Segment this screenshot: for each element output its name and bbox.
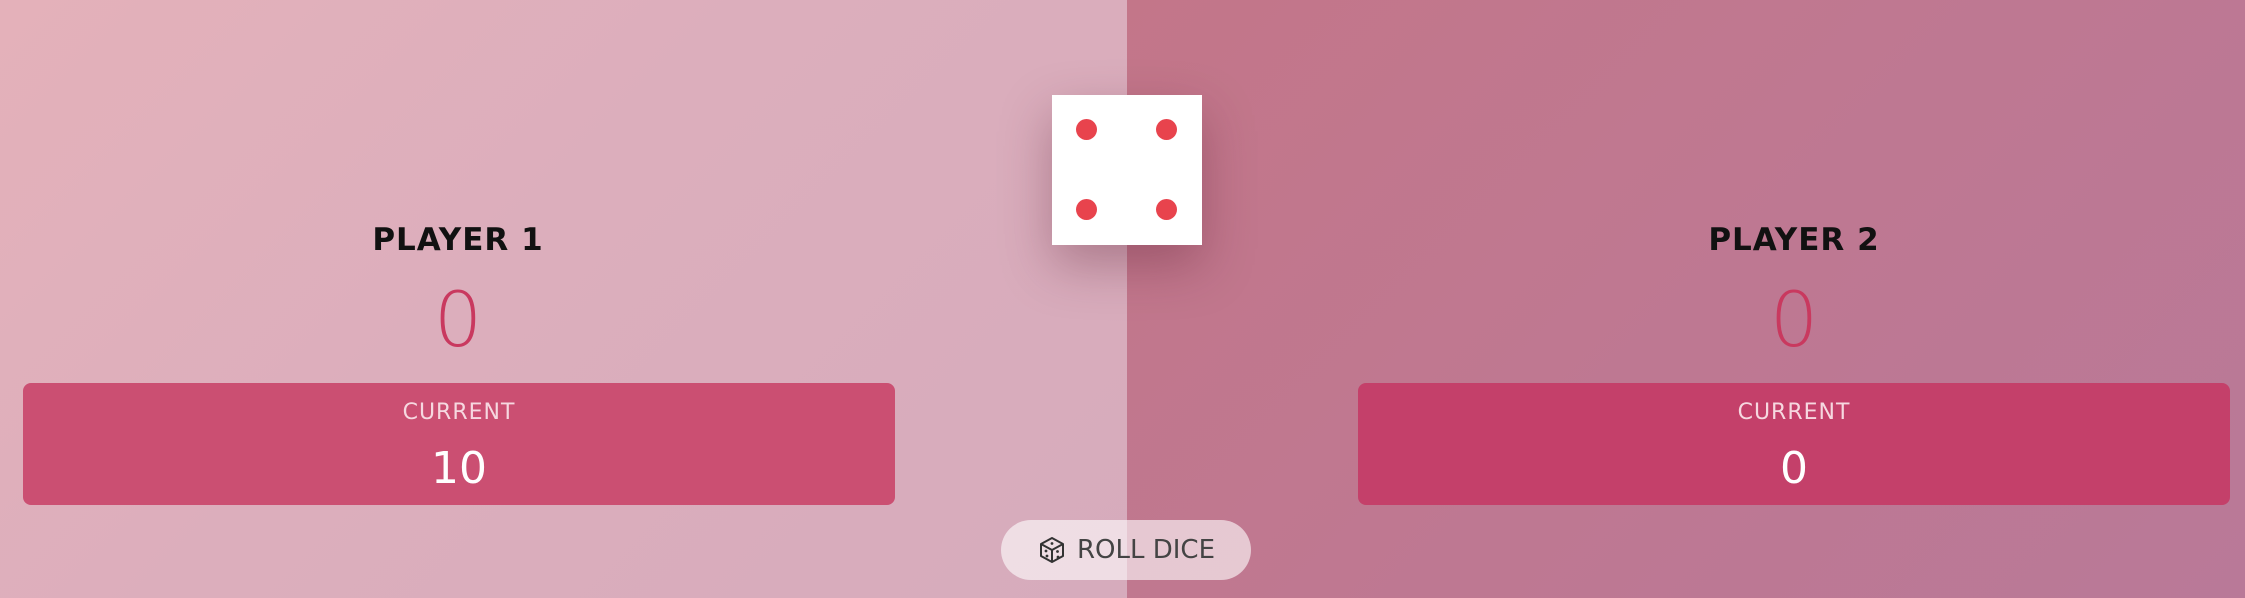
player-2-current-label: CURRENT [1737, 400, 1851, 425]
player-1-current-label: CURRENT [402, 400, 516, 425]
dice-icon [1037, 535, 1067, 565]
player-2-name: PLAYER 2 [1708, 222, 1880, 258]
player-1-current-score: 10 [431, 443, 487, 494]
dice-pip [1076, 119, 1097, 140]
player-2-panel: PLAYER 2 0 CURRENT 0 [1127, 0, 2245, 598]
player-1-panel: PLAYER 1 0 CURRENT 10 [0, 0, 1127, 598]
dice-pip [1156, 199, 1177, 220]
player-1-name: PLAYER 1 [372, 222, 544, 258]
player-1-score: 0 [433, 275, 483, 364]
player-2-score: 0 [1769, 275, 1819, 364]
roll-dice-label: ROLL DICE [1076, 535, 1216, 565]
dice-face [1052, 95, 1202, 245]
dice-pip [1076, 199, 1097, 220]
player-1-current-box: CURRENT 10 [23, 383, 895, 505]
roll-dice-button[interactable]: ROLL DICE [1001, 520, 1251, 580]
dice-pip [1156, 119, 1177, 140]
player-2-current-score: 0 [1780, 443, 1808, 494]
player-2-current-box: CURRENT 0 [1358, 383, 2230, 505]
